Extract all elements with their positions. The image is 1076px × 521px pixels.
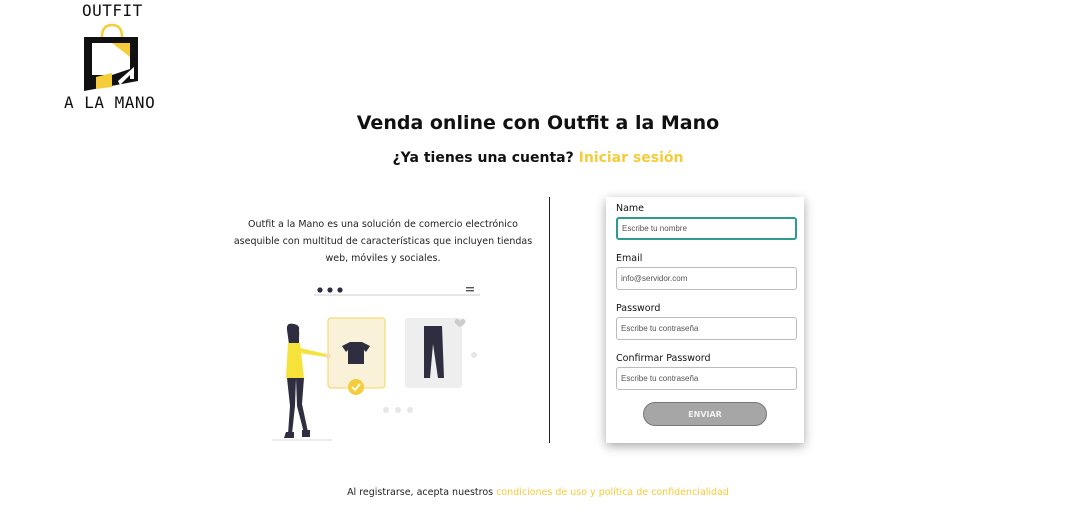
intro-description: Outfit a la Mano es una solución de come… <box>233 219 533 264</box>
shopping-illustration <box>272 287 480 441</box>
logo-text-bottom: A LA MANO <box>64 93 156 112</box>
brand-logo: OUTFIT A LA MANO <box>62 2 160 114</box>
login-prompt-text: ¿Ya tienes una cuenta? <box>392 150 574 166</box>
name-label: Name <box>616 203 645 214</box>
login-prompt: ¿Ya tienes una cuenta? Iniciar sesión <box>0 150 1076 166</box>
submit-button[interactable]: ENVIAR <box>643 402 767 426</box>
shopping-bag-logo-icon <box>84 23 138 91</box>
woman-figure <box>284 323 331 438</box>
menu-icon <box>466 287 474 292</box>
terms-text: Al registrarse, acepta nuestros <box>347 487 494 498</box>
confirm-password-field[interactable] <box>616 367 797 390</box>
email-field[interactable] <box>616 267 797 290</box>
name-field[interactable] <box>616 217 797 240</box>
terms-notice: Al registrarse, acepta nuestros condicio… <box>0 487 1076 498</box>
dots-icon <box>317 287 343 293</box>
check-icon <box>348 379 364 395</box>
email-label: Email <box>616 253 643 264</box>
signup-form: Name Email Password Confirmar Password E… <box>606 197 804 443</box>
confirm-password-label: Confirmar Password <box>616 353 711 364</box>
login-link[interactable]: Iniciar sesión <box>579 150 684 166</box>
password-label: Password <box>616 303 661 314</box>
terms-link[interactable]: condiciones de uso y política de confide… <box>496 487 729 498</box>
section-divider <box>549 197 550 443</box>
logo-text-top: OUTFIT <box>82 1 143 20</box>
password-field[interactable] <box>616 317 797 340</box>
page-title: Venda online con Outfit a la Mano <box>356 112 720 134</box>
